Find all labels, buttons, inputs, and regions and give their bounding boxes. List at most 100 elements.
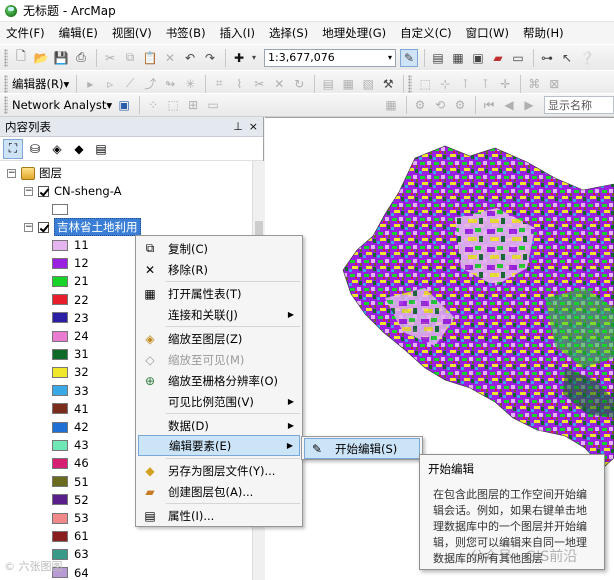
help-icon[interactable]: ❔ xyxy=(578,49,596,67)
legend-swatch[interactable] xyxy=(52,239,68,251)
topology-edit-icon[interactable]: ⬚ xyxy=(416,75,434,93)
copy-icon[interactable]: ⧉ xyxy=(121,49,139,67)
menu-help[interactable]: 帮助(H) xyxy=(523,25,564,41)
menu-file[interactable]: 文件(F) xyxy=(6,25,45,41)
menu-bookmarks[interactable]: 书签(B) xyxy=(166,25,206,41)
toolbar-grip[interactable] xyxy=(4,74,8,93)
map-scale-combobox[interactable]: 1:3,677,076 ▾ xyxy=(264,48,396,67)
print-icon[interactable]: ⎙ xyxy=(72,49,90,67)
topology-edge-icon[interactable]: ⊺ xyxy=(456,75,474,93)
topology-validate-icon[interactable]: ⌘ xyxy=(525,75,543,93)
menu-item-open-attribute-table[interactable]: ▦ 打开属性表(T) xyxy=(138,283,300,304)
pin-icon[interactable]: ⊥ xyxy=(233,120,243,133)
menu-insert[interactable]: 插入(I) xyxy=(220,25,255,41)
new-document-icon[interactable]: 🗋 xyxy=(12,49,30,67)
menu-windows[interactable]: 窗口(W) xyxy=(466,25,509,41)
layer-options-icon[interactable]: ⚙ xyxy=(451,96,469,114)
menu-item-joins-relates[interactable]: 连接和关联(J) ▶ xyxy=(138,304,300,325)
undo-icon[interactable]: ↶ xyxy=(181,49,199,67)
legend-swatch[interactable] xyxy=(52,457,68,469)
menu-item-edit-features[interactable]: 编辑要素(E) ▶ xyxy=(138,435,300,456)
display-name-field[interactable]: 显示名称 xyxy=(544,96,614,114)
list-by-selection-icon[interactable]: ◆ xyxy=(69,139,89,159)
redo-icon[interactable]: ↷ xyxy=(201,49,219,67)
edit-annotation-icon[interactable]: ▹ xyxy=(101,75,119,93)
reshape-icon[interactable]: ⌇ xyxy=(230,75,248,93)
layer-refresh-icon[interactable]: ⟲ xyxy=(431,96,449,114)
add-data-dropdown-icon[interactable]: ▾ xyxy=(250,49,258,67)
create-network-location-icon[interactable]: ⁘ xyxy=(144,96,162,114)
chevron-down-icon[interactable]: ▾ xyxy=(388,53,392,62)
first-icon[interactable]: ⏮ xyxy=(480,96,498,114)
legend-swatch[interactable] xyxy=(52,330,68,342)
menu-customize[interactable]: 自定义(C) xyxy=(400,25,452,41)
layer-visibility-checkbox[interactable] xyxy=(38,185,49,197)
trace-icon[interactable]: ↬ xyxy=(161,75,179,93)
python-window-icon[interactable]: ▭ xyxy=(509,49,527,67)
legend-swatch[interactable] xyxy=(52,421,68,433)
menu-edit[interactable]: 编辑(E) xyxy=(59,25,98,41)
straight-segment-icon[interactable]: ⟋ xyxy=(121,75,139,93)
search-window-icon[interactable]: ▣ xyxy=(469,49,487,67)
end-point-arc-icon[interactable]: ⤴ xyxy=(141,75,159,93)
layer-visibility-checkbox[interactable] xyxy=(38,221,49,233)
delete-icon[interactable]: ✕ xyxy=(161,49,179,67)
create-features-icon[interactable]: ▧ xyxy=(359,75,377,93)
menu-selection[interactable]: 选择(S) xyxy=(269,25,308,41)
legend-swatch[interactable] xyxy=(52,439,68,451)
collapse-icon[interactable]: − xyxy=(24,222,33,232)
toolbar-grip[interactable] xyxy=(4,48,8,67)
attributes-icon[interactable]: ▤ xyxy=(319,75,337,93)
menu-item-properties[interactable]: ▤ 属性(I)... xyxy=(138,505,300,526)
rotate-icon[interactable]: ↻ xyxy=(290,75,308,93)
topology-node-icon[interactable]: ⊺ xyxy=(476,75,494,93)
layers-root-row[interactable]: − 图层 xyxy=(7,164,62,182)
layer-tools-icon[interactable]: ⚙ xyxy=(411,96,429,114)
arctoolbox-icon[interactable]: ▰ xyxy=(489,49,507,67)
topology-error-icon[interactable]: ⊠ xyxy=(545,75,563,93)
menu-item-save-as-layer-file[interactable]: ◆ 另存为图层文件(Y)... xyxy=(138,460,300,481)
collapse-icon[interactable]: − xyxy=(24,186,33,196)
menu-item-start-editing[interactable]: ✎ 开始编辑(S) xyxy=(304,438,420,459)
open-folder-icon[interactable]: 📂 xyxy=(32,49,50,67)
model-builder-icon[interactable]: ⊶ xyxy=(538,49,556,67)
menu-view[interactable]: 视图(V) xyxy=(112,25,152,41)
hammer-icon[interactable]: ⚒ xyxy=(379,75,397,93)
cut-polygons-icon[interactable]: ✂ xyxy=(250,75,268,93)
split-icon[interactable]: ✕ xyxy=(270,75,288,93)
menu-item-copy[interactable]: ⧉ 复制(C) xyxy=(138,238,300,259)
legend-swatch[interactable] xyxy=(52,494,68,506)
legend-swatch[interactable] xyxy=(52,348,68,360)
add-data-icon[interactable]: ✚ xyxy=(230,49,248,67)
network-analyst-window-icon[interactable]: ▣ xyxy=(115,96,133,114)
list-by-source-icon[interactable]: ⛁ xyxy=(25,139,45,159)
legend-swatch[interactable] xyxy=(52,294,68,306)
legend-swatch[interactable] xyxy=(52,530,68,542)
legend-swatch[interactable] xyxy=(52,385,68,397)
legend-swatch[interactable] xyxy=(52,512,68,524)
legend-swatch[interactable] xyxy=(52,403,68,415)
topology-move-icon[interactable]: ✛ xyxy=(496,75,514,93)
edit-vertices-icon[interactable]: ⌗ xyxy=(210,75,228,93)
list-by-visibility-icon[interactable]: ◈ xyxy=(47,139,67,159)
catalog-icon[interactable]: ▦ xyxy=(449,49,467,67)
network-identify-icon[interactable]: ▦ xyxy=(382,96,400,114)
point-icon[interactable]: ✳ xyxy=(181,75,199,93)
menu-item-data[interactable]: 数据(D) ▶ xyxy=(138,415,300,436)
select-network-location-icon[interactable]: ⬚ xyxy=(164,96,182,114)
table-of-contents-icon[interactable]: ▤ xyxy=(429,49,447,67)
legend-swatch[interactable] xyxy=(52,476,68,488)
legend-swatch[interactable] xyxy=(52,312,68,324)
polygon-symbol-swatch[interactable] xyxy=(52,203,68,215)
edit-tool-icon[interactable]: ▸ xyxy=(81,75,99,93)
legend-swatch[interactable] xyxy=(52,257,68,269)
layer-row-cn-sheng[interactable]: − CN-sheng-A xyxy=(24,182,122,200)
menu-item-visible-scale-range[interactable]: 可见比例范围(V) ▶ xyxy=(138,391,300,412)
paste-icon[interactable]: 📋 xyxy=(141,49,159,67)
collapse-icon[interactable]: − xyxy=(7,168,16,178)
menu-item-zoom-to-raster-resolution[interactable]: ⊕ 缩放至栅格分辨率(O) xyxy=(138,370,300,391)
network-analyst-menu-button[interactable]: Network Analyst▾ xyxy=(12,98,112,112)
next-icon[interactable]: ▶ xyxy=(520,96,538,114)
list-by-drawing-order-icon[interactable]: ⛶ xyxy=(3,138,23,159)
toolbar-grip[interactable] xyxy=(408,74,413,93)
